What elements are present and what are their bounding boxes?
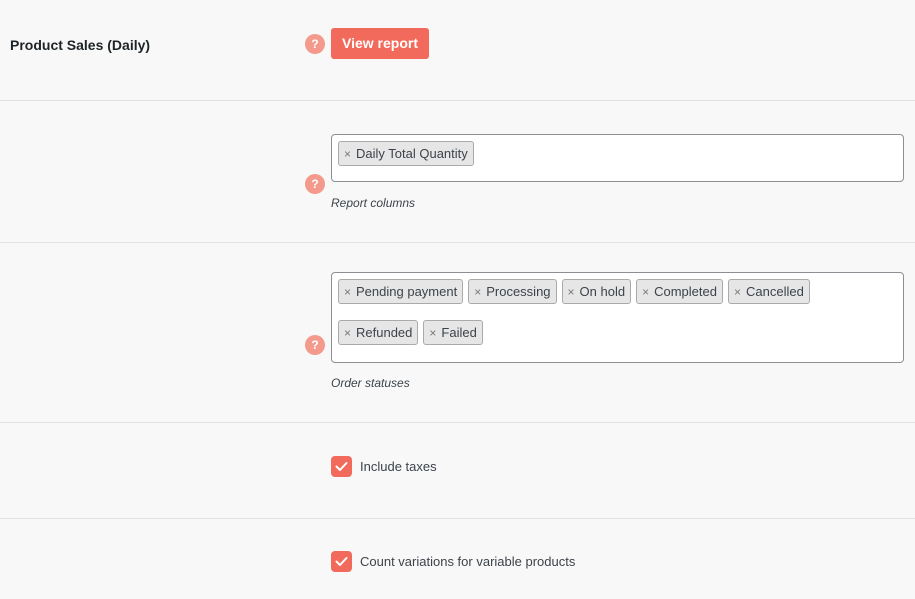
order-statuses-row: ? × Pending payment × Processing × On hold × Co… [0, 243, 915, 423]
remove-icon[interactable]: × [642, 285, 649, 299]
chip-label: Failed [441, 325, 477, 340]
remove-icon[interactable]: × [429, 326, 436, 340]
count-variations-label[interactable]: Count variations for variable products [360, 554, 575, 569]
view-report-button[interactable]: View report [331, 28, 429, 59]
order-statuses-select[interactable]: × Pending payment × Processing × On hold × Comp… [331, 272, 904, 363]
help-icon[interactable]: ? [305, 174, 325, 194]
remove-icon[interactable]: × [344, 326, 351, 340]
chip-label: Completed [654, 284, 717, 299]
report-columns-select[interactable]: × Daily Total Quantity [331, 134, 904, 182]
remove-icon[interactable]: × [734, 285, 741, 299]
selected-option-chip[interactable]: × Failed [423, 320, 483, 345]
remove-icon[interactable]: × [474, 285, 481, 299]
chip-label: Cancelled [746, 284, 804, 299]
chip-label: Processing [486, 284, 551, 299]
selected-option-chip[interactable]: × Processing [468, 279, 557, 304]
include-taxes-row: Include taxes [0, 423, 915, 519]
selected-option-chip[interactable]: × Completed [636, 279, 723, 304]
count-variations-row: Count variations for variable products [0, 519, 915, 599]
report-columns-row: ? × Daily Total Quantity Report columns [0, 101, 915, 243]
selected-option-chip[interactable]: × Daily Total Quantity [338, 141, 474, 166]
checkmark-icon [335, 557, 348, 566]
selected-option-chip[interactable]: × Pending payment [338, 279, 464, 304]
chip-label: Pending payment [356, 284, 458, 299]
chip-label: Refunded [356, 325, 413, 340]
product-sales-label: Product Sales (Daily) [10, 37, 151, 53]
report-columns-description: Report columns [331, 196, 416, 210]
selected-option-chip[interactable]: × Refunded [338, 320, 419, 345]
remove-icon[interactable]: × [568, 285, 575, 299]
selected-option-chip[interactable]: × On hold [561, 279, 632, 304]
checkmark-icon [335, 462, 348, 471]
chip-label: On hold [579, 284, 626, 299]
count-variations-checkbox[interactable] [331, 551, 352, 572]
product-sales-row: Product Sales (Daily) ? View report [0, 0, 915, 101]
help-icon[interactable]: ? [305, 34, 325, 54]
selected-option-chip[interactable]: × Cancelled [727, 279, 810, 304]
remove-icon[interactable]: × [344, 147, 351, 161]
order-statuses-description: Order statuses [331, 376, 410, 390]
include-taxes-checkbox[interactable] [331, 456, 352, 477]
help-icon[interactable]: ? [305, 335, 325, 355]
remove-icon[interactable]: × [344, 285, 351, 299]
include-taxes-label[interactable]: Include taxes [360, 459, 437, 474]
chip-label: Daily Total Quantity [356, 146, 468, 161]
